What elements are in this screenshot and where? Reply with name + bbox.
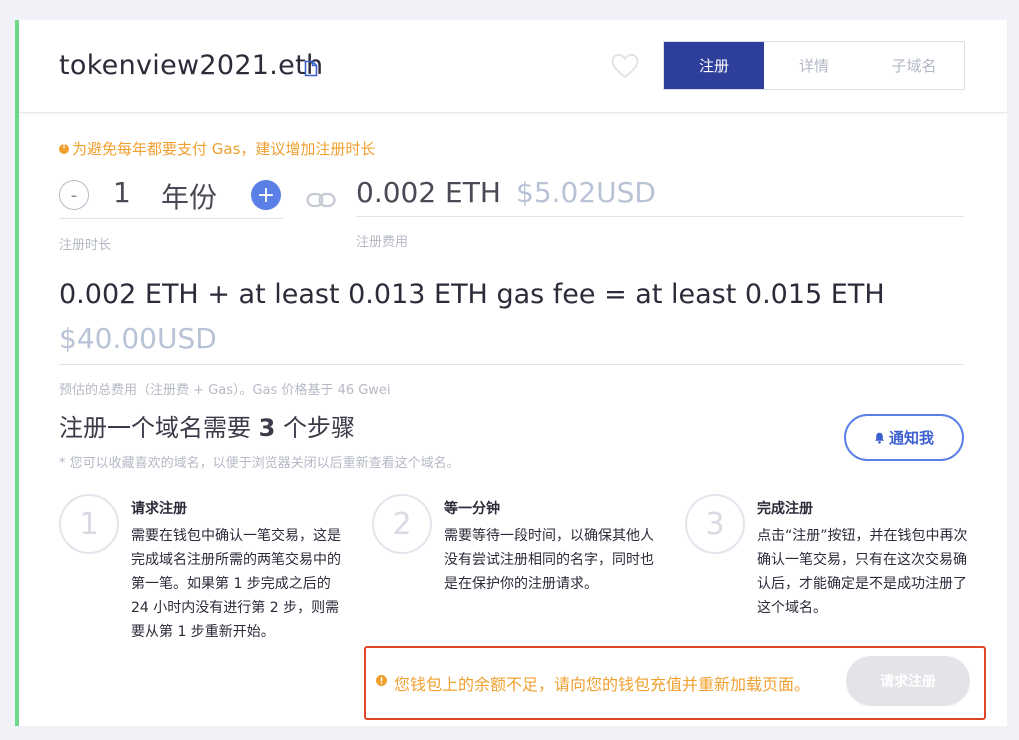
warning-icon [376,675,387,686]
tab-subdomains[interactable]: 子域名 [864,42,964,89]
fee-label: 注册费用 [356,235,409,250]
tab-details[interactable]: 详情 [764,42,864,89]
fee-eth: 0.002 ETH [356,176,501,209]
bell-icon [874,432,884,444]
step-number: 1 [59,494,119,554]
duration-stepper: - 1 年份 + [59,170,283,219]
domain-header: tokenview2021.eth 注册 详情 子域名 [19,20,1007,113]
step-number: 3 [685,494,745,554]
steps-title-prefix: 注册一个域名需要 [59,414,251,442]
step-number: 2 [372,494,432,554]
duration-value: 1 [113,176,131,209]
step-title: 请求注册 [131,501,187,517]
request-register-button[interactable]: 请求注册 [846,656,970,706]
insufficient-balance-alert: 您钱包上的余额不足，请向您的钱包充值并重新加载页面。 请求注册 [364,646,986,720]
gas-warning-text: 为避免每年都要支付 Gas，建议增加注册时长 [72,140,376,158]
steps-subtitle: * 您可以收藏喜欢的域名，以便于浏览器关闭以后重新查看这个域名。 [59,456,460,471]
notify-label: 通知我 [888,429,934,447]
tab-register[interactable]: 注册 [664,42,764,89]
total-usd-row: $40.00USD [59,320,964,365]
copy-icon[interactable] [304,60,318,77]
notify-button[interactable]: 通知我 [844,414,964,461]
step-description: 点击“注册”按钮，并在钱包中再次确认一笔交易，只有在这次交易确认后，才能确定是不… [757,528,968,616]
increase-year-button[interactable]: + [251,180,281,210]
duration-unit: 年份 [161,181,218,214]
warning-icon [59,141,69,154]
duration-label: 注册时长 [59,238,112,253]
steps-title: 注册一个域名需要 3 个步骤 [59,408,355,443]
registration-fee: 0.002 ETH $5.02USD [356,170,964,217]
heart-icon[interactable] [611,53,639,79]
gas-warning: 为避免每年都要支付 Gas，建议增加注册时长 [59,138,375,159]
total-usd: $40.00USD [59,322,217,355]
domain-title: tokenview2021.eth [59,50,324,81]
tab-bar: 注册 详情 子域名 [663,41,965,90]
link-icon [306,192,336,208]
steps-title-suffix: 个步骤 [282,414,355,442]
steps-count: 3 [258,414,276,442]
step-description: 需要在钱包中确认一笔交易，这是完成域名注册所需的两笔交易中的第一笔。如果第 1 … [131,528,341,640]
step-description: 需要等待一段时间，以确保其他人没有尝试注册相同的名字，同时也是在保护你的注册请求… [444,528,654,592]
step-title: 完成注册 [757,501,813,517]
total-cost: 0.002 ETH + at least 0.013 ETH gas fee =… [59,279,885,310]
alert-text: 您钱包上的余额不足，请向您的钱包充值并重新加载页面。 [394,675,811,694]
fee-usd: $5.02USD [516,176,656,209]
total-note: 预估的总费用（注册费 + Gas）。Gas 价格基于 46 Gwei [59,383,391,398]
step-title: 等一分钟 [444,501,500,517]
decrease-year-button[interactable]: - [59,180,89,210]
registration-card: tokenview2021.eth 注册 详情 子域名 为避免每年都要支付 Ga… [15,20,1007,726]
